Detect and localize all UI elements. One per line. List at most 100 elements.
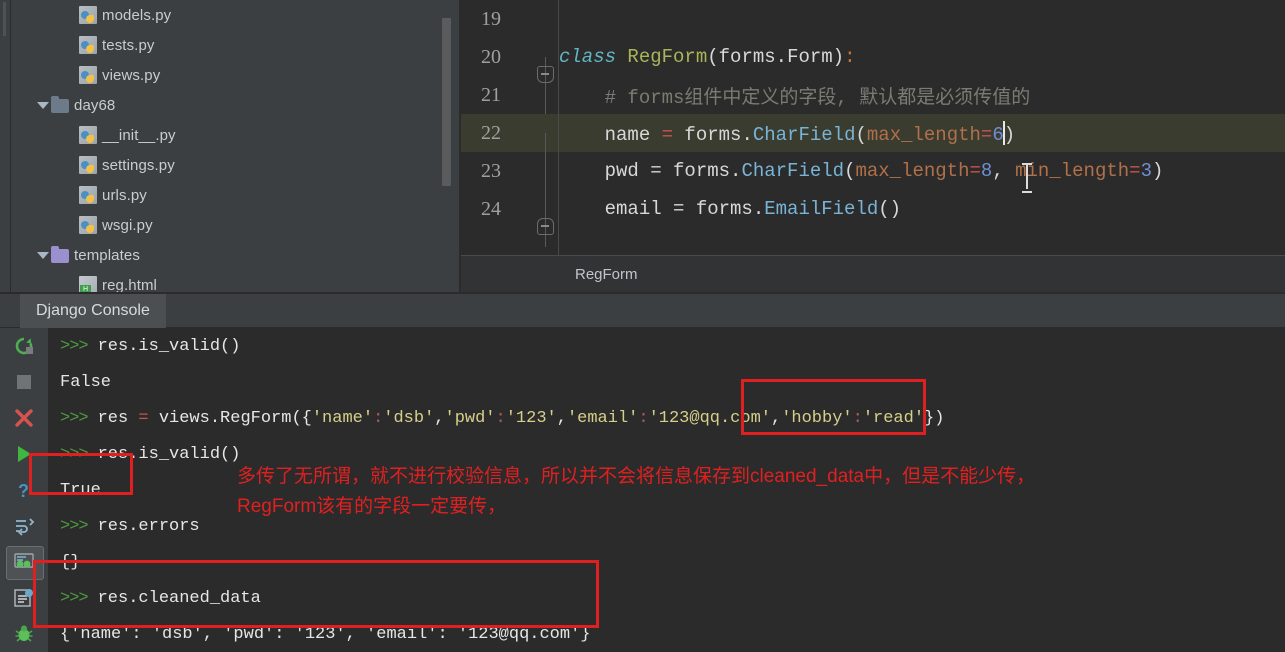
console-output-line: {} bbox=[48, 544, 1285, 580]
code-text: name = forms.CharField(max_length=6) bbox=[559, 120, 1285, 146]
console-token: : bbox=[638, 408, 649, 428]
code-token: 8 bbox=[980, 160, 993, 182]
line-number: 24 bbox=[481, 197, 501, 220]
console-tab-bar: Django Console bbox=[0, 294, 1285, 328]
console-token: {} bbox=[60, 552, 81, 572]
console-token: , bbox=[556, 408, 567, 428]
tree-item-wsgi-py[interactable]: wsgi.py bbox=[11, 210, 459, 240]
console-token: '123@qq.com' bbox=[648, 408, 771, 428]
code-line[interactable]: 21 # forms组件中定义的字段, 默认都是必须传值的 bbox=[461, 76, 1285, 133]
code-token: ) bbox=[1151, 160, 1164, 182]
console-token: 'hobby' bbox=[781, 408, 853, 428]
python-file-icon bbox=[79, 6, 97, 24]
rerun-icon[interactable] bbox=[0, 328, 48, 364]
close-icon[interactable] bbox=[0, 400, 48, 436]
code-token: max_length bbox=[855, 160, 970, 182]
breadcrumb[interactable]: RegForm bbox=[461, 255, 1285, 292]
folder-icon bbox=[51, 96, 69, 113]
expand-arrow-icon[interactable] bbox=[35, 247, 51, 263]
console-input-line: >>> res.cleaned_data bbox=[48, 580, 1285, 616]
code-editor[interactable]: 19 20 class RegForm(forms.Form): 21 # forms… bbox=[461, 0, 1285, 292]
python-file-icon bbox=[79, 156, 97, 174]
console-prompt: >>> bbox=[60, 516, 89, 536]
tree-item-label: __init__.py bbox=[102, 126, 176, 144]
annotation-note: 多传了无所谓，就不进行校验信息，所以并不会将信息保存到cleaned_data中… bbox=[237, 466, 1036, 517]
project-tree-scrollbar[interactable] bbox=[442, 18, 451, 186]
code-token: pwd = forms. bbox=[559, 160, 742, 182]
code-token: = bbox=[661, 123, 674, 146]
code-token: CharField bbox=[752, 123, 856, 146]
code-token: class bbox=[559, 46, 628, 68]
code-token: ) bbox=[1003, 123, 1016, 146]
tree-item-label: models.py bbox=[102, 6, 172, 24]
code-token: = bbox=[1129, 160, 1141, 182]
line-number: 19 bbox=[481, 7, 501, 30]
console-toolbar: ? bbox=[0, 328, 48, 652]
console-token: False bbox=[60, 372, 112, 392]
stop-icon[interactable] bbox=[0, 364, 48, 400]
code-token: CharField bbox=[741, 160, 845, 182]
project-tree-panel[interactable]: models.py tests.py views.py day68 __init__.p… bbox=[11, 0, 459, 292]
python-file-icon bbox=[79, 186, 97, 204]
code-line[interactable]: 19 bbox=[461, 0, 1285, 38]
fold-end-icon[interactable] bbox=[537, 218, 554, 235]
tab-django-console[interactable]: Django Console bbox=[20, 294, 166, 328]
console-token: : bbox=[852, 408, 863, 428]
console-token: : bbox=[373, 408, 384, 428]
console-token: '123' bbox=[505, 408, 557, 428]
code-line[interactable]: 24 email = forms.EmailField() bbox=[461, 190, 1285, 247]
code-token: RegForm bbox=[627, 46, 708, 68]
line-number: 20 bbox=[481, 45, 501, 68]
tool-window-stripe bbox=[0, 0, 11, 292]
tree-item-templates[interactable]: templates bbox=[11, 240, 459, 270]
code-text: class RegForm(forms.Form): bbox=[559, 46, 1285, 68]
tree-item-label: day68 bbox=[74, 96, 116, 114]
python-file-icon bbox=[79, 216, 97, 234]
console-token: }) bbox=[924, 408, 945, 428]
show-variables-icon[interactable] bbox=[0, 544, 48, 580]
run-icon[interactable] bbox=[0, 436, 48, 472]
console-token: res.is_valid() bbox=[97, 444, 241, 464]
console-token: 'pwd' bbox=[444, 408, 496, 428]
code-text: # forms组件中定义的字段, 默认都是必须传值的 bbox=[559, 82, 1285, 109]
console-prompt: >>> bbox=[60, 336, 89, 356]
console-token: True bbox=[60, 480, 101, 500]
expand-arrow-icon[interactable] bbox=[35, 97, 51, 113]
svg-text:?: ? bbox=[18, 481, 29, 501]
console-token: res.is_valid() bbox=[97, 336, 241, 356]
code-token: 3 bbox=[1140, 160, 1152, 182]
code-line[interactable]: 22 name = forms.CharField(max_length=6) bbox=[461, 114, 1285, 171]
code-line[interactable]: 23 pwd = forms.CharField(max_length=8, m… bbox=[461, 152, 1285, 209]
tree-item-day68[interactable]: day68 bbox=[11, 90, 459, 120]
tree-item-models-py[interactable]: models.py bbox=[11, 0, 459, 30]
tree-item-reg-html[interactable]: reg.html bbox=[11, 270, 459, 292]
tree-item-label: templates bbox=[74, 246, 140, 264]
console-token: views.RegForm({ bbox=[148, 408, 312, 428]
tree-item-tests-py[interactable]: tests.py bbox=[11, 30, 459, 60]
print-output-icon[interactable] bbox=[0, 580, 48, 616]
line-number: 21 bbox=[481, 83, 501, 106]
help-icon[interactable]: ? bbox=[0, 472, 48, 508]
console-prompt: >>> bbox=[60, 408, 89, 428]
console-token: = bbox=[138, 408, 149, 428]
debug-bug-icon[interactable] bbox=[0, 616, 48, 652]
tree-item-views-py[interactable]: views.py bbox=[11, 60, 459, 90]
console-input-line: >>> res = views.RegForm({'name':'dsb','pw… bbox=[48, 400, 1285, 436]
code-token: (forms.Form) bbox=[707, 46, 845, 68]
tree-item---init---py[interactable]: __init__.py bbox=[11, 120, 459, 150]
soft-wrap-icon[interactable] bbox=[0, 508, 48, 544]
editor-canvas[interactable]: 19 20 class RegForm(forms.Form): 21 # forms… bbox=[461, 0, 1285, 255]
stripe-marker bbox=[3, 2, 6, 36]
code-line[interactable]: 20 class RegForm(forms.Form): bbox=[461, 38, 1285, 95]
code-token: max_length bbox=[866, 123, 981, 146]
python-file-icon bbox=[79, 66, 97, 84]
tree-item-urls-py[interactable]: urls.py bbox=[11, 180, 459, 210]
code-token: in_length bbox=[1026, 160, 1130, 182]
pycharm-window: models.py tests.py views.py day68 __init__.p… bbox=[0, 0, 1285, 652]
code-token: forms. bbox=[673, 123, 753, 146]
tree-item-settings-py[interactable]: settings.py bbox=[11, 150, 459, 180]
